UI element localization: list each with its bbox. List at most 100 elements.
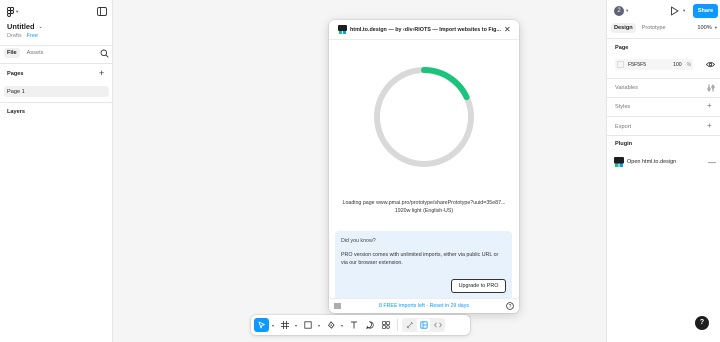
close-icon[interactable]: ✕ <box>504 25 511 34</box>
frame-tool-button[interactable] <box>277 318 292 332</box>
comment-icon <box>365 321 374 329</box>
toolbar-divider <box>397 319 398 331</box>
chevron-down-icon: ▾ <box>714 25 717 30</box>
plan-badge: Free <box>26 33 38 39</box>
sidebar-toggle-icon[interactable] <box>97 7 107 16</box>
loading-url: Loading page www.pmai.pro/prototype/shar… <box>342 200 506 206</box>
page-list-item[interactable]: Page 1 <box>4 86 109 97</box>
did-you-know-body: PRO version comes with unlimited imports… <box>341 252 499 266</box>
left-panel: ▾ Untitled ⌄ Drafts Free File Assets Pag… <box>0 0 113 342</box>
mode-switcher <box>402 318 445 332</box>
color-swatch[interactable] <box>617 61 624 68</box>
imports-left-link[interactable]: 8 FREE imports left · Reset in 29 days <box>329 303 519 309</box>
zoom-level: 100% <box>697 25 712 31</box>
page-color-value[interactable]: F5F5F5 <box>628 62 646 68</box>
main-menu-button[interactable]: ▾ <box>7 7 18 17</box>
plugin-dialog-header[interactable]: html.to.design — by ‹div›RIOTS — Import … <box>329 20 519 40</box>
file-name-label: Untitled <box>7 22 35 31</box>
page-section-title: Page <box>615 45 629 51</box>
loading-settings: 1920w light (English-US) <box>394 208 454 214</box>
tab-design[interactable]: Design <box>611 23 636 33</box>
comment-tool-button[interactable] <box>362 318 377 332</box>
rectangle-icon <box>303 321 312 329</box>
plugin-name: Open html.to.design <box>627 159 677 165</box>
avatar[interactable]: 2 <box>614 6 624 16</box>
design-mode-button[interactable] <box>417 319 430 331</box>
chevron-down-icon: ▾ <box>16 9 19 14</box>
tab-prototype[interactable]: Prototype <box>639 23 669 33</box>
bottom-toolbar: ▾ ▾ ▾ ▾ <box>251 315 470 335</box>
file-name[interactable]: Untitled ⌄ <box>7 22 43 31</box>
frame-icon <box>280 321 289 329</box>
page-opacity-unit: % <box>686 62 692 68</box>
move-tool-button[interactable] <box>254 318 269 332</box>
actions-tool-button[interactable] <box>378 318 393 332</box>
location-label[interactable]: Drafts <box>7 33 22 39</box>
help-icon[interactable]: ? <box>506 302 514 310</box>
upgrade-button[interactable]: Upgrade to PRO <box>451 279 506 293</box>
variables-icon[interactable] <box>707 84 715 92</box>
divider <box>607 78 720 79</box>
tab-assets[interactable]: Assets <box>24 48 47 58</box>
page-opacity[interactable]: 100 % <box>673 62 691 68</box>
eye-icon[interactable] <box>706 61 715 68</box>
pen-icon <box>327 321 334 329</box>
tab-file[interactable]: File <box>4 48 20 58</box>
pages-title: Pages <box>7 71 24 77</box>
chevron-down-icon: ⌄ <box>38 23 43 30</box>
file-header: ▾ Untitled ⌄ Drafts Free <box>0 0 112 44</box>
components-icon <box>381 321 390 329</box>
divider <box>607 135 720 136</box>
page-opacity-value[interactable]: 100 <box>673 62 682 68</box>
plugin-dialog: html.to.design — by ‹div›RIOTS — Import … <box>329 20 519 313</box>
chevron-down-icon[interactable]: ▾ <box>339 323 345 328</box>
divider <box>0 63 113 64</box>
design-icon <box>419 321 428 329</box>
zoom-control[interactable]: 100% ▾ <box>697 25 717 31</box>
svg-text:?: ? <box>509 304 512 310</box>
left-tabs: File Assets <box>4 48 109 58</box>
chevron-down-icon[interactable]: ▾ <box>626 8 628 14</box>
loading-status: Loading page www.pmai.pro/prototype/shar… <box>333 199 515 215</box>
share-button[interactable]: Share <box>693 4 718 18</box>
loading-progress-ring <box>374 67 474 167</box>
plugin-dialog-title: html.to.design — by ‹div›RIOTS — Import … <box>350 27 501 33</box>
styles-label[interactable]: Styles <box>615 104 630 110</box>
right-tabs: Design Prototype 100% ▾ <box>611 23 717 33</box>
divider <box>0 45 113 46</box>
text-icon <box>350 321 357 329</box>
chevron-down-icon[interactable]: ▾ <box>683 8 685 14</box>
chevron-down-icon[interactable]: ▾ <box>293 323 299 328</box>
add-page-icon[interactable]: + <box>99 69 104 78</box>
dev-mode-button[interactable] <box>431 319 444 331</box>
did-you-know-title: Did you know? <box>341 238 376 244</box>
pen-tool-button[interactable] <box>323 318 338 332</box>
plugin-logo-icon <box>614 157 624 167</box>
draw-icon <box>406 321 413 329</box>
draw-mode-button[interactable] <box>403 319 416 331</box>
shape-tool-button[interactable] <box>300 318 315 332</box>
chevron-down-icon[interactable]: ▾ <box>270 323 276 328</box>
chevron-down-icon[interactable]: ▾ <box>316 323 322 328</box>
search-icon[interactable] <box>100 49 109 58</box>
minus-icon[interactable]: — <box>708 158 716 167</box>
figma-logo-icon <box>7 7 14 17</box>
plugin-section-title: Plugin <box>615 141 633 147</box>
add-style-icon[interactable]: + <box>707 102 712 110</box>
plugin-logo-icon <box>338 25 347 34</box>
right-panel-header: 2 ▾ ▾ Share <box>607 0 720 22</box>
plugin-dialog-footer: 8 FREE imports left · Reset in 29 days ? <box>329 298 519 313</box>
file-meta: Drafts Free <box>7 33 38 39</box>
divider <box>607 97 720 98</box>
plugin-list-item[interactable]: Open html.to.design — <box>614 157 716 167</box>
cursor-icon <box>258 321 265 329</box>
export-label[interactable]: Export <box>615 124 631 130</box>
variables-label[interactable]: Variables <box>615 85 638 91</box>
help-button[interactable]: ? <box>695 316 709 330</box>
layers-title: Layers <box>7 109 26 115</box>
add-export-icon[interactable]: + <box>707 122 712 130</box>
text-tool-button[interactable] <box>346 318 361 332</box>
divider <box>607 38 720 39</box>
code-icon <box>433 322 442 328</box>
play-icon[interactable] <box>670 6 679 16</box>
